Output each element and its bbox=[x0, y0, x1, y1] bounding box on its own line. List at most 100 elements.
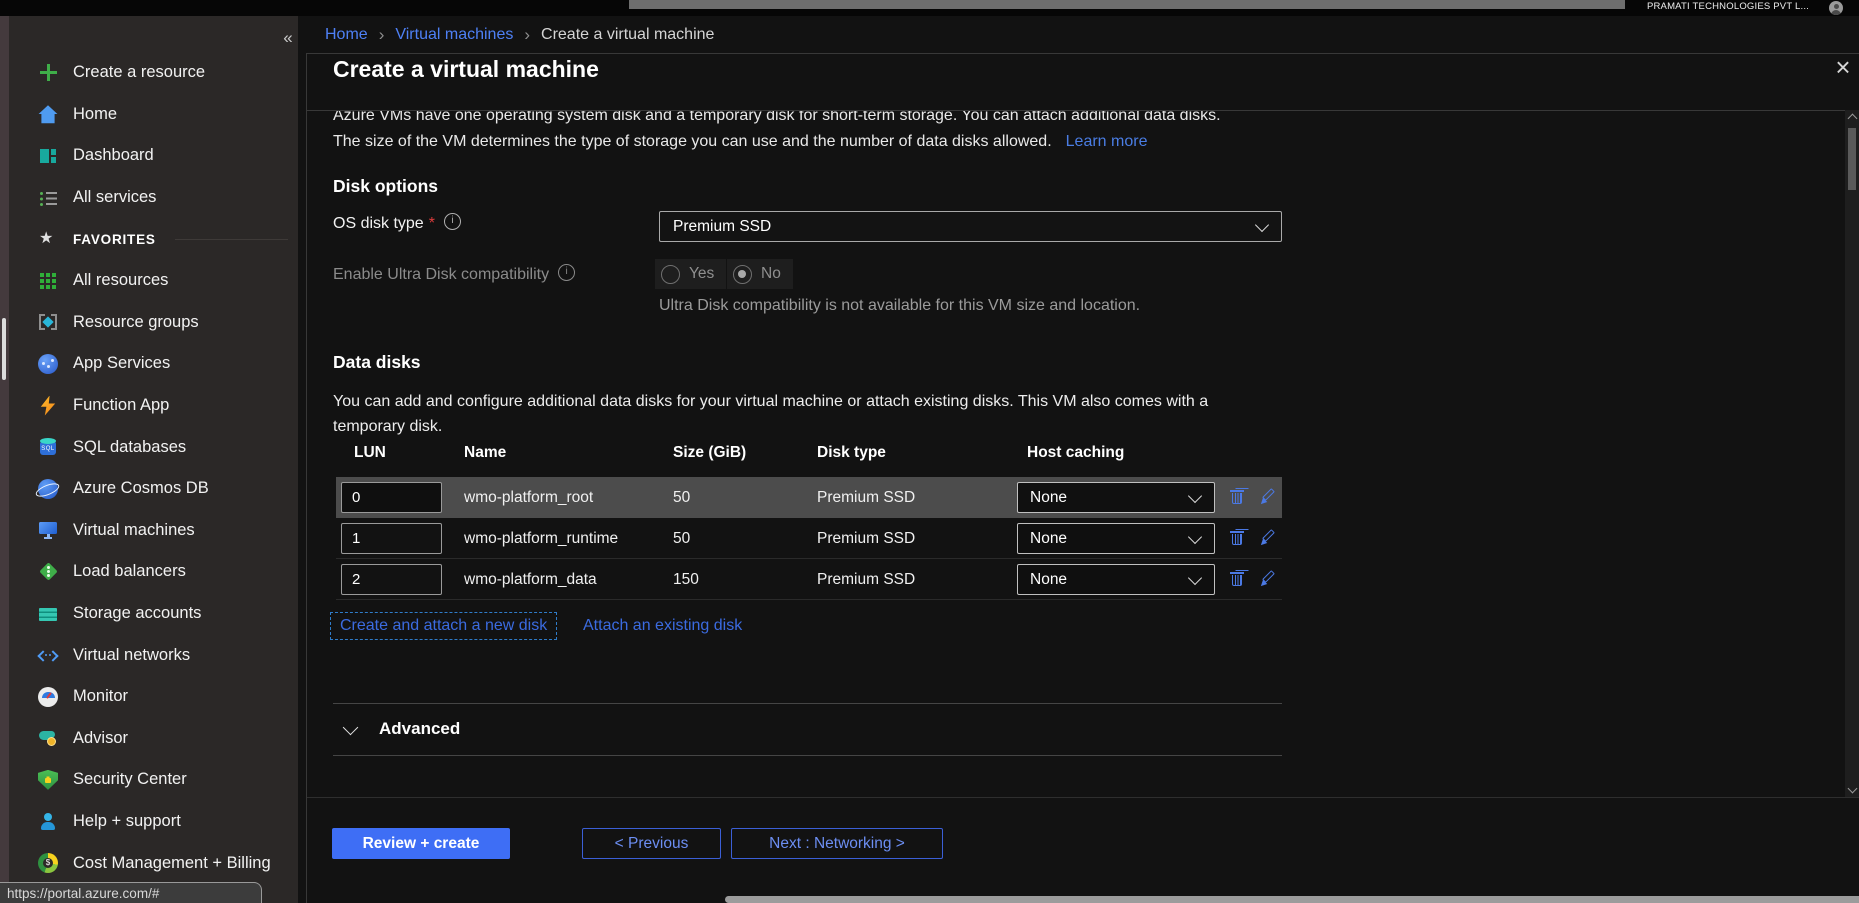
sidebar-item-home[interactable]: Home bbox=[9, 94, 298, 136]
advanced-divider-top bbox=[333, 703, 1282, 704]
chevron-down-icon bbox=[1255, 217, 1269, 231]
sidebar-item-monitor[interactable]: Monitor bbox=[9, 676, 298, 718]
cost-management-icon bbox=[38, 853, 58, 873]
help-support-icon bbox=[38, 811, 58, 831]
lun-input[interactable] bbox=[341, 564, 442, 595]
lun-input[interactable] bbox=[341, 523, 442, 554]
edit-disk-icon[interactable] bbox=[1257, 487, 1279, 509]
scroll-down-icon[interactable] bbox=[1848, 784, 1858, 794]
sidebar-item-virtual-networks[interactable]: Virtual networks bbox=[9, 634, 298, 676]
sidebar-item-label: All services bbox=[73, 188, 156, 207]
disk-name: wmo-platform_data bbox=[464, 559, 597, 600]
sidebar-item-load-balancers[interactable]: Load balancers bbox=[9, 551, 298, 593]
sidebar-item-create-a-resource[interactable]: Create a resource bbox=[9, 52, 298, 94]
edit-disk-icon[interactable] bbox=[1257, 569, 1279, 591]
review-create-button[interactable]: Review + create bbox=[332, 828, 510, 859]
info-icon[interactable] bbox=[558, 264, 575, 281]
security-center-icon bbox=[38, 770, 58, 790]
info-icon[interactable] bbox=[444, 213, 461, 230]
data-disks-description: You can add and configure additional dat… bbox=[333, 389, 1273, 439]
delete-disk-icon[interactable] bbox=[1228, 487, 1250, 509]
sidebar-item-all-services[interactable]: All services bbox=[9, 177, 298, 219]
os-disk-type-value: Premium SSD bbox=[673, 218, 771, 236]
close-icon[interactable] bbox=[1830, 54, 1856, 80]
previous-button[interactable]: < Previous bbox=[582, 828, 721, 859]
create-and-attach-disk-link[interactable]: Create and attach a new disk bbox=[330, 612, 557, 640]
sidebar-item-resource-groups[interactable]: Resource groups bbox=[9, 302, 298, 344]
content-scrollbar[interactable] bbox=[1845, 110, 1859, 797]
page-title: Create a virtual machine bbox=[333, 56, 599, 83]
tenant-name: PRAMATI TECHNOLOGIES PVT L... bbox=[1647, 1, 1809, 12]
sidebar-item-label: Home bbox=[73, 105, 117, 124]
sidebar-item-label: All resources bbox=[73, 271, 168, 290]
data-disk-row: wmo-platform_root 50 Premium SSD None bbox=[336, 477, 1282, 518]
sidebar-item-storage-accounts[interactable]: Storage accounts bbox=[9, 593, 298, 635]
data-disk-row: wmo-platform_data 150 Premium SSD None bbox=[336, 559, 1282, 600]
delete-disk-icon[interactable] bbox=[1228, 569, 1250, 591]
intro-line-2: The size of the VM determines the type o… bbox=[333, 129, 1563, 155]
sidebar-item-function-app[interactable]: Function App bbox=[9, 385, 298, 427]
advanced-section-label[interactable]: Advanced bbox=[379, 719, 460, 739]
sidebar-item-virtual-machines[interactable]: Virtual machines bbox=[9, 510, 298, 552]
create-resource-icon bbox=[38, 63, 58, 83]
sidebar-item-label: SQL databases bbox=[73, 438, 186, 457]
delete-disk-icon[interactable] bbox=[1228, 528, 1250, 550]
ultra-disk-radio-yes[interactable]: Yes bbox=[655, 259, 726, 289]
horizontal-scrollbar[interactable] bbox=[725, 896, 1859, 903]
breadcrumb-home[interactable]: Home bbox=[325, 26, 368, 44]
column-header-disk-type: Disk type bbox=[817, 444, 886, 462]
sidebar-favorites-header: FAVORITES bbox=[9, 218, 298, 260]
sidebar-item-label: Azure Cosmos DB bbox=[73, 479, 209, 498]
account-avatar[interactable] bbox=[1829, 1, 1843, 15]
ultra-disk-radio-no[interactable]: No bbox=[727, 259, 793, 289]
azure-portal: PRAMATI TECHNOLOGIES PVT L... Create a r… bbox=[0, 0, 1859, 903]
column-header-host-caching: Host caching bbox=[1027, 444, 1124, 462]
edit-disk-icon[interactable] bbox=[1257, 528, 1279, 550]
os-disk-type-select[interactable]: Premium SSD bbox=[659, 211, 1282, 242]
chevron-down-icon bbox=[1188, 570, 1202, 584]
sidebar-item-label: Virtual machines bbox=[73, 521, 195, 540]
panel-left-border bbox=[306, 53, 307, 903]
column-header-lun: LUN bbox=[354, 444, 386, 462]
next-networking-button[interactable]: Next : Networking > bbox=[731, 828, 943, 859]
lun-input[interactable] bbox=[341, 482, 442, 513]
attach-existing-disk-link[interactable]: Attach an existing disk bbox=[583, 617, 742, 635]
load-balancers-icon bbox=[38, 562, 58, 582]
disk-type: Premium SSD bbox=[817, 518, 915, 559]
breadcrumb-virtual-machines[interactable]: Virtual machines bbox=[395, 26, 513, 44]
sidebar-item-azure-cosmos-db[interactable]: Azure Cosmos DB bbox=[9, 468, 298, 510]
chevron-down-icon bbox=[1188, 488, 1202, 502]
advanced-divider-bottom bbox=[333, 755, 1282, 756]
sidebar-item-cost-management[interactable]: Cost Management + Billing bbox=[9, 842, 298, 884]
dashboard-icon bbox=[38, 146, 58, 166]
sidebar-item-all-resources[interactable]: All resources bbox=[9, 260, 298, 302]
advisor-icon bbox=[38, 728, 58, 748]
sidebar-item-sql-databases[interactable]: SQL databases bbox=[9, 426, 298, 468]
storage-accounts-icon bbox=[38, 604, 58, 624]
sidebar-collapse-button[interactable] bbox=[276, 26, 300, 50]
data-disks-heading: Data disks bbox=[333, 352, 421, 373]
sidebar-item-help-support[interactable]: Help + support bbox=[9, 801, 298, 843]
sidebar-item-security-center[interactable]: Security Center bbox=[9, 759, 298, 801]
function-app-icon bbox=[38, 396, 58, 416]
sidebar-item-label: App Services bbox=[73, 354, 170, 373]
sidebar-item-label: Dashboard bbox=[73, 146, 154, 165]
sidebar-item-app-services[interactable]: App Services bbox=[9, 343, 298, 385]
os-disk-type-label: OS disk type* bbox=[333, 213, 461, 233]
learn-more-link[interactable]: Learn more bbox=[1066, 133, 1148, 150]
scroll-up-icon[interactable] bbox=[1848, 114, 1858, 124]
required-marker: * bbox=[429, 215, 435, 232]
intro-text: Azure VMs have one operating system disk… bbox=[333, 111, 1563, 167]
favorites-divider bbox=[175, 239, 288, 240]
sidebar-item-advisor[interactable]: Advisor bbox=[9, 718, 298, 760]
app-services-icon bbox=[38, 354, 58, 374]
host-caching-select[interactable]: None bbox=[1017, 482, 1215, 513]
host-caching-select[interactable]: None bbox=[1017, 564, 1215, 595]
chevron-down-icon bbox=[1188, 529, 1202, 543]
sidebar-item-dashboard[interactable]: Dashboard bbox=[9, 135, 298, 177]
host-caching-select[interactable]: None bbox=[1017, 523, 1215, 554]
scrollbar-thumb[interactable] bbox=[1848, 128, 1856, 190]
edge-scrollbar-thumb[interactable] bbox=[2, 318, 6, 380]
sidebar-item-label: Help + support bbox=[73, 812, 181, 831]
breadcrumb: Home Virtual machines Create a virtual m… bbox=[325, 25, 714, 45]
